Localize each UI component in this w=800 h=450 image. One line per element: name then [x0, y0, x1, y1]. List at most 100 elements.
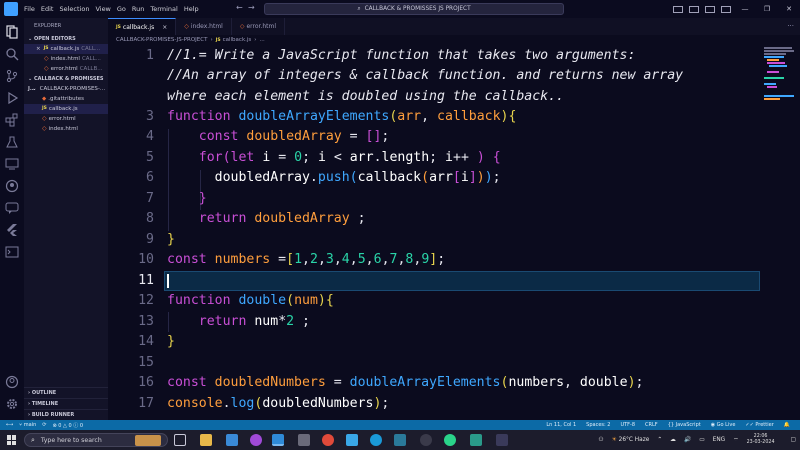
battery-icon[interactable]: ▭ — [699, 437, 704, 443]
app-green-icon[interactable] — [444, 434, 456, 446]
account-icon[interactable] — [5, 374, 19, 389]
customize-layout-icon[interactable] — [721, 5, 731, 13]
code-editor[interactable]: 1 3 4 5 6 7 8 9 10 11 12 13 14 15 16 17 … — [108, 45, 760, 420]
file-item[interactable]: ◆ .gitattributes — [24, 94, 108, 104]
explorer-sidebar: EXPLORER ⌄ OPEN EDITORS × JS callback.js… — [24, 18, 108, 420]
open-editor-item[interactable]: × JS callback.js CALL... — [24, 44, 108, 54]
indentation[interactable]: Spaces: 2 — [586, 422, 610, 428]
explorer-icon[interactable] — [5, 24, 19, 39]
open-editor-item[interactable]: ◇ error.html CALLB... — [24, 64, 108, 74]
chrome-icon[interactable] — [322, 434, 334, 446]
restore-button[interactable]: ❐ — [756, 5, 778, 13]
timeline-section[interactable]: › TIMELINE — [24, 398, 108, 409]
file-item[interactable]: JS callback.js — [24, 104, 108, 114]
microsoft-store-icon[interactable] — [226, 434, 238, 446]
line-ending[interactable]: CRLF — [645, 422, 658, 428]
more-actions-icon[interactable]: ··· — [787, 22, 794, 30]
hidden-icons-chevron-icon[interactable]: ⌃ — [657, 437, 662, 443]
breadcrumb-symbol[interactable]: ... — [259, 37, 264, 43]
language-indicator[interactable]: ENG — [713, 437, 726, 443]
minimize-button[interactable]: — — [734, 5, 756, 13]
go-live-button[interactable]: ◉ Go Live — [711, 422, 736, 428]
clock-date: 23-03-2024 — [746, 440, 775, 445]
file-item[interactable]: ◇ error.html — [24, 114, 108, 124]
open-editors-header[interactable]: ⌄ OPEN EDITORS — [24, 34, 108, 44]
volume-icon[interactable]: 🔊 — [684, 437, 691, 443]
menu-selection[interactable]: Selection — [59, 5, 89, 13]
file-item[interactable]: ◇ index.html — [24, 124, 108, 134]
vscode-taskbar-icon[interactable] — [272, 434, 284, 446]
minimap[interactable] — [760, 45, 800, 420]
remote-indicator-icon[interactable]: ⟷ — [6, 422, 13, 428]
windows-start-icon[interactable] — [7, 435, 17, 445]
tab-error-html[interactable]: ◇ error.html — [232, 18, 286, 35]
back-arrow-icon[interactable]: ← — [236, 3, 243, 12]
menu-terminal[interactable]: Terminal — [150, 5, 177, 13]
encoding[interactable]: UTF-8 — [620, 422, 635, 428]
branch-indicator[interactable]: ⑂ main — [19, 422, 36, 428]
problems-indicator[interactable]: ⊗ 0 △ 0 ⓘ 0 — [52, 422, 83, 429]
flutter-icon[interactable] — [5, 222, 19, 236]
terminal-taskbar-icon[interactable] — [298, 434, 310, 446]
app-teal-icon[interactable] — [470, 434, 482, 446]
manage-gear-icon[interactable] — [5, 396, 19, 410]
close-icon[interactable]: × — [162, 24, 167, 31]
menu-run[interactable]: Run — [132, 5, 144, 13]
build-runner-section[interactable]: › BUILD RUNNER — [24, 409, 108, 420]
clock[interactable]: 22:06 23-03-2024 — [747, 434, 775, 446]
people-icon[interactable]: ⚇ — [598, 437, 603, 443]
edge-icon[interactable] — [370, 434, 382, 446]
file-explorer-icon[interactable] — [200, 434, 212, 446]
notification-center-icon[interactable]: ▢ — [791, 437, 796, 443]
network-icon[interactable]: ☁ — [670, 437, 676, 443]
wifi-icon[interactable]: ⌔ — [733, 437, 738, 444]
status-bar-right: Ln 11, Col 1 Spaces: 2 UTF-8 CRLF {} Jav… — [546, 420, 800, 430]
search-icon[interactable] — [5, 46, 19, 61]
flutter-taskbar-icon[interactable] — [346, 434, 358, 446]
weather-widget[interactable]: ☀ 26°C Haze — [612, 437, 650, 443]
menu-go[interactable]: Go — [117, 5, 126, 13]
cursor-position[interactable]: Ln 11, Col 1 — [546, 422, 576, 428]
open-editor-item[interactable]: ◇ index.html CALL... — [24, 54, 108, 64]
toggle-panel-icon[interactable] — [689, 5, 699, 13]
source-control-icon[interactable] — [5, 68, 19, 83]
folder-item[interactable]: ⌄ CALLBACK-PROMISES-... — [24, 84, 108, 94]
github-icon[interactable] — [5, 178, 19, 193]
remote-explorer-icon[interactable] — [5, 156, 19, 170]
debug-console-icon[interactable] — [5, 244, 19, 258]
forward-arrow-icon[interactable]: → — [248, 3, 255, 12]
language-mode[interactable]: {} JavaScript — [668, 422, 701, 428]
breadcrumb-folder[interactable]: CALLBACK-PROMISES-JS-PROJECT — [116, 37, 207, 43]
app-circle-icon[interactable] — [250, 434, 262, 446]
toggle-secondary-sidebar-icon[interactable] — [705, 5, 715, 13]
command-center-search[interactable]: ⌕ CALLBACK & PROMISSES JS PROJECT — [264, 3, 564, 15]
menu-view[interactable]: View — [95, 5, 110, 13]
outline-label: OUTLINE — [31, 390, 57, 396]
build-runner-label: BUILD RUNNER — [31, 412, 75, 418]
menu-file[interactable]: File — [24, 5, 35, 13]
breadcrumb-file[interactable]: callback.js — [223, 37, 252, 43]
notifications-bell-icon[interactable]: 🔔 — [784, 422, 790, 428]
javascript-file-icon: JS — [42, 106, 47, 111]
close-icon[interactable]: × — [36, 44, 41, 54]
search-highlight-image-icon — [135, 435, 161, 446]
tab-index-html[interactable]: ◇ index.html — [176, 18, 232, 35]
taskbar-search-input[interactable]: ⌕ Type here to search — [24, 433, 168, 447]
app-square-icon[interactable] — [496, 434, 508, 446]
task-view-icon[interactable] — [174, 434, 186, 446]
app-taskbar-icon[interactable] — [394, 434, 406, 446]
menu-help[interactable]: Help — [184, 5, 199, 13]
chat-icon[interactable] — [5, 200, 19, 214]
prettier-button[interactable]: ✓✓ Prettier — [745, 422, 773, 428]
menu-edit[interactable]: Edit — [41, 5, 54, 13]
github-taskbar-icon[interactable] — [420, 434, 432, 446]
run-debug-icon[interactable] — [5, 90, 19, 105]
outline-section[interactable]: › OUTLINE — [24, 387, 108, 398]
extensions-icon[interactable] — [5, 112, 19, 127]
tab-callback-js[interactable]: JS callback.js × — [108, 18, 177, 35]
toggle-sidebar-icon[interactable] — [673, 5, 683, 13]
testing-icon[interactable] — [5, 134, 19, 148]
close-window-button[interactable]: ✕ — [778, 5, 800, 13]
project-header[interactable]: ⌄ CALLBACK & PROMISSES J... — [24, 74, 108, 92]
sync-icon[interactable]: ⟳ — [42, 422, 46, 428]
